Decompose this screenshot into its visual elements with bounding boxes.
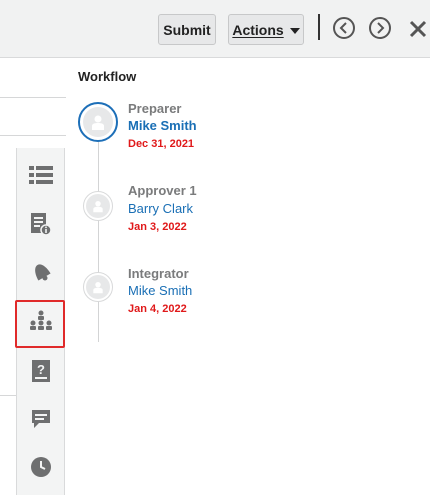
step-date: Dec 31, 2021 [128, 138, 195, 150]
user-icon [93, 281, 103, 294]
user-icon [93, 200, 103, 213]
avatar-preparer [78, 102, 118, 142]
toolbar-divider [318, 14, 320, 40]
step-assignee-link[interactable]: Barry Clark [128, 201, 193, 216]
step-assignee-link[interactable]: Mike Smith [128, 283, 192, 298]
svg-text:?: ? [37, 362, 45, 377]
timeline-line [98, 142, 99, 342]
bell-icon[interactable] [17, 250, 64, 292]
avatar-integrator [83, 272, 113, 302]
workflow-panel: Workflow Preparer Mike Smith Dec 31, 202… [66, 58, 430, 495]
step-role: Integrator [128, 266, 189, 281]
help-icon[interactable]: ? [17, 350, 64, 392]
comment-icon[interactable] [17, 398, 64, 440]
content-divider [0, 395, 16, 396]
chevron-right-icon[interactable] [369, 17, 391, 39]
user-icon [92, 115, 104, 130]
step-date: Jan 3, 2022 [128, 221, 187, 233]
step-assignee-link[interactable]: Mike Smith [128, 118, 197, 133]
submit-button[interactable]: Submit [158, 14, 216, 45]
content-divider [0, 135, 66, 136]
step-role: Preparer [128, 101, 182, 116]
actions-menu-button[interactable]: Actions [228, 14, 304, 45]
content-divider [0, 97, 66, 98]
clock-icon[interactable] [17, 446, 64, 488]
step-date: Jan 4, 2022 [128, 303, 187, 315]
actions-label: Actions [232, 21, 284, 38]
chevron-left-icon[interactable] [333, 17, 355, 39]
document-info-icon[interactable] [17, 203, 64, 245]
toolbar: Submit Actions [0, 0, 430, 58]
active-tab-highlight [15, 300, 65, 348]
step-role: Approver 1 [128, 183, 197, 198]
avatar-approver [83, 191, 113, 221]
caret-down-icon [289, 27, 300, 34]
close-icon[interactable] [406, 16, 430, 40]
list-icon[interactable] [17, 154, 64, 196]
panel-title: Workflow [78, 69, 137, 84]
